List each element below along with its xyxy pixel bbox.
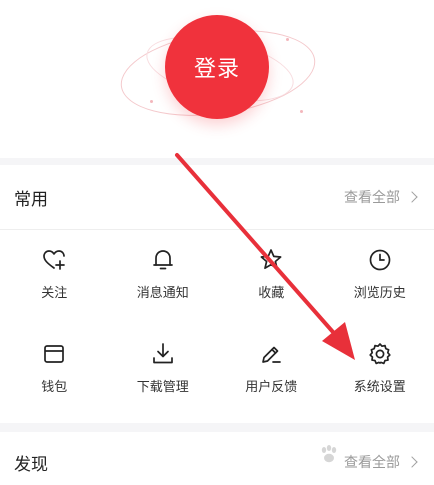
clock-icon bbox=[369, 249, 391, 271]
login-hero: 登录 bbox=[0, 0, 434, 158]
common-section: 常用 查看全部 关注 消息通知 收藏 浏览历史 钱包 下载管理 用户反馈 系统设… bbox=[0, 165, 434, 423]
grid-item-label: 关注 bbox=[41, 286, 68, 301]
divider bbox=[0, 229, 434, 230]
grid-item-label: 下载管理 bbox=[136, 380, 189, 395]
decorative-dot bbox=[150, 100, 153, 103]
common-view-all-link[interactable]: 查看全部 bbox=[344, 187, 418, 207]
decorative-dot bbox=[300, 110, 303, 113]
common-grid: 关注 消息通知 收藏 浏览历史 钱包 下载管理 用户反馈 系统设置 bbox=[0, 237, 434, 425]
grid-item-label: 用户反馈 bbox=[245, 380, 298, 395]
gear-icon bbox=[369, 343, 391, 365]
grid-item-follow[interactable]: 关注 bbox=[0, 237, 109, 331]
profile-page: 登录 常用 查看全部 关注 消息通知 收藏 浏览历史 钱包 下载管理 用户反馈 … bbox=[0, 0, 434, 485]
grid-item-settings[interactable]: 系统设置 bbox=[326, 331, 434, 425]
chevron-right-icon bbox=[406, 191, 418, 203]
grid-item-history[interactable]: 浏览历史 bbox=[326, 237, 434, 331]
grid-item-label: 系统设置 bbox=[353, 380, 406, 395]
grid-item-feedback[interactable]: 用户反馈 bbox=[217, 331, 326, 425]
grid-item-notifications[interactable]: 消息通知 bbox=[109, 237, 218, 331]
common-header: 常用 查看全部 bbox=[0, 165, 434, 229]
grid-item-favorites[interactable]: 收藏 bbox=[217, 237, 326, 331]
grid-item-downloads[interactable]: 下载管理 bbox=[109, 331, 218, 425]
download-icon bbox=[152, 343, 173, 364]
common-title: 常用 bbox=[14, 189, 48, 210]
grid-item-label: 消息通知 bbox=[136, 286, 189, 301]
view-all-label: 查看全部 bbox=[344, 190, 400, 206]
login-button[interactable]: 登录 bbox=[165, 15, 269, 119]
bell-icon bbox=[152, 250, 173, 270]
discover-title: 发现 bbox=[14, 454, 48, 475]
grid-item-label: 钱包 bbox=[41, 380, 68, 395]
grid-item-wallet[interactable]: 钱包 bbox=[0, 331, 109, 425]
pencil-icon bbox=[262, 346, 282, 363]
star-icon bbox=[260, 249, 282, 270]
heart-plus-icon bbox=[43, 250, 66, 270]
watermark-logo bbox=[318, 436, 428, 472]
decorative-dot bbox=[286, 38, 289, 41]
paw-icon bbox=[321, 445, 337, 463]
grid-item-label: 浏览历史 bbox=[353, 286, 406, 301]
grid-item-label: 收藏 bbox=[258, 286, 285, 301]
wallet-icon bbox=[44, 345, 65, 363]
